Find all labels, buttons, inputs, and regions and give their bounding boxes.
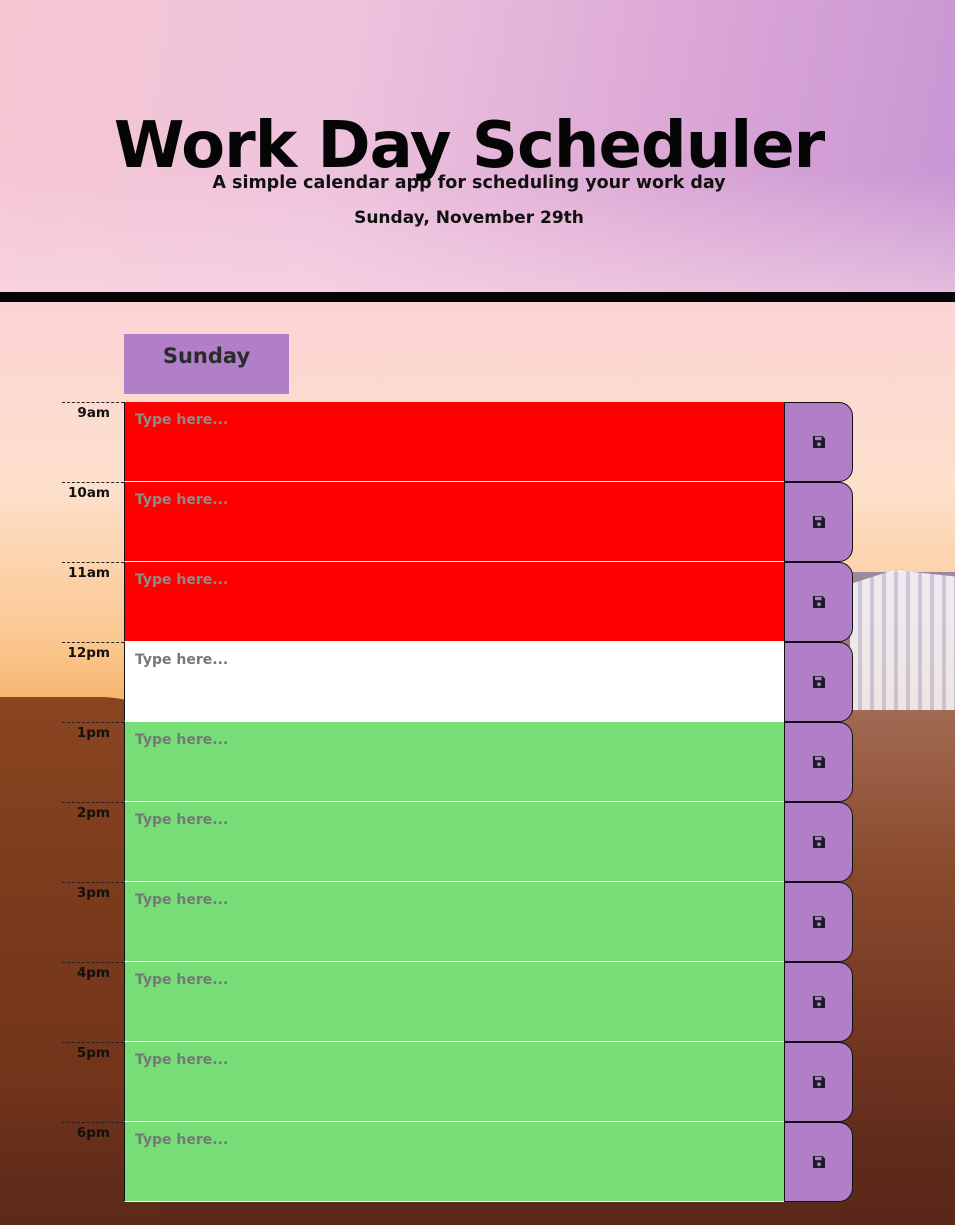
save-button[interactable] [784,1042,853,1122]
time-block-row: 3pm [62,882,853,962]
save-button[interactable] [784,402,853,482]
day-header: Sunday [124,334,289,394]
event-description-input[interactable] [124,882,784,962]
hour-label: 3pm [62,882,124,962]
floppy-disk-icon [812,596,825,608]
save-button[interactable] [784,642,853,722]
current-date: Sunday, November 29th [354,208,584,228]
save-button[interactable] [784,802,853,882]
header-divider [0,292,955,302]
floppy-disk-icon [812,676,825,688]
hour-label: 2pm [62,802,124,882]
floppy-disk-icon [812,756,825,768]
time-block-row: 5pm [62,1042,853,1122]
floppy-disk-icon [812,996,825,1008]
save-button[interactable] [784,1122,853,1202]
floppy-disk-icon [812,916,825,928]
hour-label: 11am [62,562,124,642]
time-block-row: 2pm [62,802,853,882]
time-block-row: 10am [62,482,853,562]
event-description-input[interactable] [124,562,784,642]
event-description-input[interactable] [124,482,784,562]
schedule-container: 9am10am11am12pm1pm2pm3pm4pm5pm6pm [62,402,853,1202]
save-button[interactable] [784,962,853,1042]
event-description-input[interactable] [124,962,784,1042]
hour-label: 12pm [62,642,124,722]
save-button[interactable] [784,882,853,962]
event-description-input[interactable] [124,802,784,882]
hour-label: 4pm [62,962,124,1042]
floppy-disk-icon [812,836,825,848]
time-block-row: 6pm [62,1122,853,1202]
page-subtitle: A simple calendar app for scheduling you… [212,172,726,193]
event-description-input[interactable] [124,1042,784,1122]
hour-label: 6pm [62,1122,124,1202]
save-button[interactable] [784,562,853,642]
floppy-disk-icon [812,1076,825,1088]
time-block-row: 12pm [62,642,853,722]
hour-label: 5pm [62,1042,124,1122]
event-description-input[interactable] [124,722,784,802]
event-description-input[interactable] [124,1122,784,1202]
hour-label: 10am [62,482,124,562]
hour-label: 1pm [62,722,124,802]
hour-label: 9am [62,402,124,482]
time-block-row: 11am [62,562,853,642]
time-block-row: 4pm [62,962,853,1042]
save-button[interactable] [784,482,853,562]
time-block-row: 9am [62,402,853,482]
event-description-input[interactable] [124,642,784,722]
save-button[interactable] [784,722,853,802]
time-block-row: 1pm [62,722,853,802]
floppy-disk-icon [812,1156,825,1168]
event-description-input[interactable] [124,402,784,482]
floppy-disk-icon [812,436,825,448]
floppy-disk-icon [812,516,825,528]
